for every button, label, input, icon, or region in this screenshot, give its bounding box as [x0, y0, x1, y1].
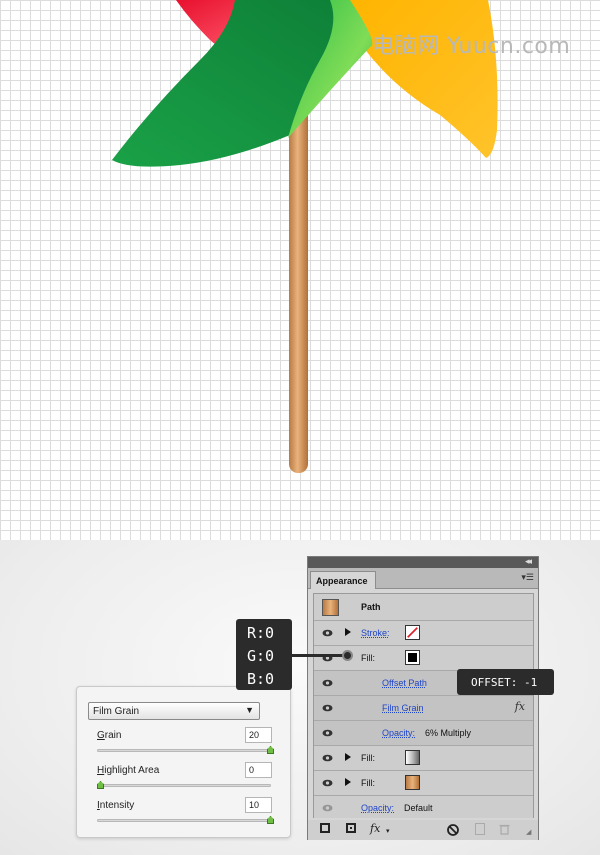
- highlight-area-label: Highlight Area: [97, 765, 160, 776]
- eye-icon[interactable]: [322, 804, 333, 812]
- grain-slider-thumb[interactable]: [267, 746, 274, 754]
- offset-callout: OFFSET: -1: [457, 669, 554, 695]
- tab-appearance[interactable]: Appearance: [310, 571, 376, 589]
- fill-opacity-row[interactable]: Opacity: 6% Multiply: [314, 721, 533, 746]
- eye-icon[interactable]: [322, 679, 333, 687]
- film-grain-row[interactable]: Film Grain fx: [314, 696, 533, 721]
- panel-title-bar[interactable]: ◂◂: [308, 556, 538, 568]
- opacity-link[interactable]: Opacity:: [361, 803, 394, 813]
- panel-menu-icon[interactable]: ▾☰: [521, 572, 534, 583]
- highlight-area-slider-track[interactable]: [97, 784, 271, 787]
- object-opacity-row[interactable]: Opacity: Default: [314, 796, 533, 818]
- fill-wood-swatch[interactable]: [405, 775, 420, 790]
- watermark: 电脑网 Yuucn.com: [372, 34, 571, 59]
- collapse-icon[interactable]: ◂◂: [525, 556, 532, 567]
- new-art-icon[interactable]: [320, 823, 330, 833]
- grain-control: Grain 20: [97, 727, 274, 757]
- eye-icon[interactable]: [322, 704, 333, 712]
- appearance-list: Path Stroke: Fill: Offset Path Film Grai…: [313, 593, 534, 818]
- yellow-blade: [345, 0, 498, 158]
- object-name: Path: [361, 602, 381, 612]
- red-value: R:0: [247, 624, 275, 642]
- fill-label-3: Fill:: [361, 778, 375, 788]
- intensity-slider-thumb[interactable]: [267, 816, 274, 824]
- film-grain-link[interactable]: Film Grain: [382, 703, 424, 713]
- path-row[interactable]: Path: [314, 594, 533, 621]
- intensity-control: Intensity 10: [97, 797, 274, 827]
- expand-triangle-icon[interactable]: [345, 778, 351, 786]
- stroke-label[interactable]: Stroke:: [361, 628, 390, 638]
- trash-icon[interactable]: [499, 823, 510, 835]
- fill-label: Fill:: [361, 653, 375, 663]
- clear-icon[interactable]: [447, 824, 459, 836]
- rgb-callout: R:0 G:0 B:0: [236, 619, 292, 690]
- fx-menu-icon[interactable]: fx: [370, 822, 380, 835]
- effect-select[interactable]: Film Grain ▼: [88, 702, 260, 720]
- fill-black-swatch[interactable]: [405, 650, 420, 665]
- callout-connector: [290, 654, 347, 657]
- grain-input[interactable]: 20: [245, 727, 272, 743]
- resize-grip-icon[interactable]: ◢: [526, 828, 531, 836]
- eye-icon[interactable]: [322, 754, 333, 762]
- blue-value: B:0: [247, 670, 275, 688]
- eye-icon[interactable]: [322, 779, 333, 787]
- fill-row-2[interactable]: Fill:: [314, 746, 533, 771]
- highlight-area-slider-thumb[interactable]: [97, 781, 104, 789]
- eye-icon[interactable]: [322, 729, 333, 737]
- expand-triangle-icon[interactable]: [345, 628, 351, 636]
- stroke-none-swatch[interactable]: [405, 625, 420, 640]
- duplicate-icon[interactable]: [346, 823, 356, 833]
- intensity-input[interactable]: 10: [245, 797, 272, 813]
- pinwheel-illustration: [112, 0, 498, 473]
- grain-label: Grain: [97, 730, 122, 741]
- green-value: G:0: [247, 647, 275, 665]
- panel-tab-bar: Appearance ▾☰: [308, 568, 538, 589]
- intensity-slider-track[interactable]: [97, 819, 271, 822]
- eye-icon[interactable]: [322, 629, 333, 637]
- film-grain-dialog: Film Grain ▼ Grain 20 Highlight Area 0 I…: [76, 686, 291, 838]
- effect-select-value: Film Grain: [93, 706, 140, 717]
- expand-triangle-icon[interactable]: [345, 753, 351, 761]
- fill-gradient-swatch[interactable]: [405, 750, 420, 765]
- fill-row-3[interactable]: Fill:: [314, 771, 533, 796]
- chevron-down-icon: ▼: [245, 705, 254, 715]
- stroke-row[interactable]: Stroke:: [314, 621, 533, 646]
- panel-bottom-toolbar: fx ▾ ◢: [308, 820, 538, 840]
- opacity-value: 6% Multiply: [425, 728, 472, 738]
- opacity-default-value: Default: [404, 803, 433, 813]
- path-thumbnail: [322, 599, 339, 616]
- appearance-panel: ◂◂ Appearance ▾☰ Path Stroke: Fill: Offs…: [307, 556, 539, 840]
- fill-label-2: Fill:: [361, 753, 375, 763]
- highlight-area-input[interactable]: 0: [245, 762, 272, 778]
- opacity-link[interactable]: Opacity:: [382, 728, 415, 738]
- new-item-icon[interactable]: [475, 823, 485, 835]
- offset-path-link[interactable]: Offset Path: [382, 678, 427, 688]
- fx-dropdown-icon[interactable]: ▾: [386, 827, 390, 835]
- highlight-area-control: Highlight Area 0: [97, 762, 272, 792]
- intensity-label: Intensity: [97, 800, 135, 811]
- stick: [289, 100, 308, 473]
- grain-slider-track[interactable]: [97, 749, 271, 752]
- artboard-canvas[interactable]: 电脑网 Yuucn.com: [0, 0, 600, 540]
- callout-connector-dot: [342, 650, 353, 661]
- fx-icon: fx: [514, 700, 525, 713]
